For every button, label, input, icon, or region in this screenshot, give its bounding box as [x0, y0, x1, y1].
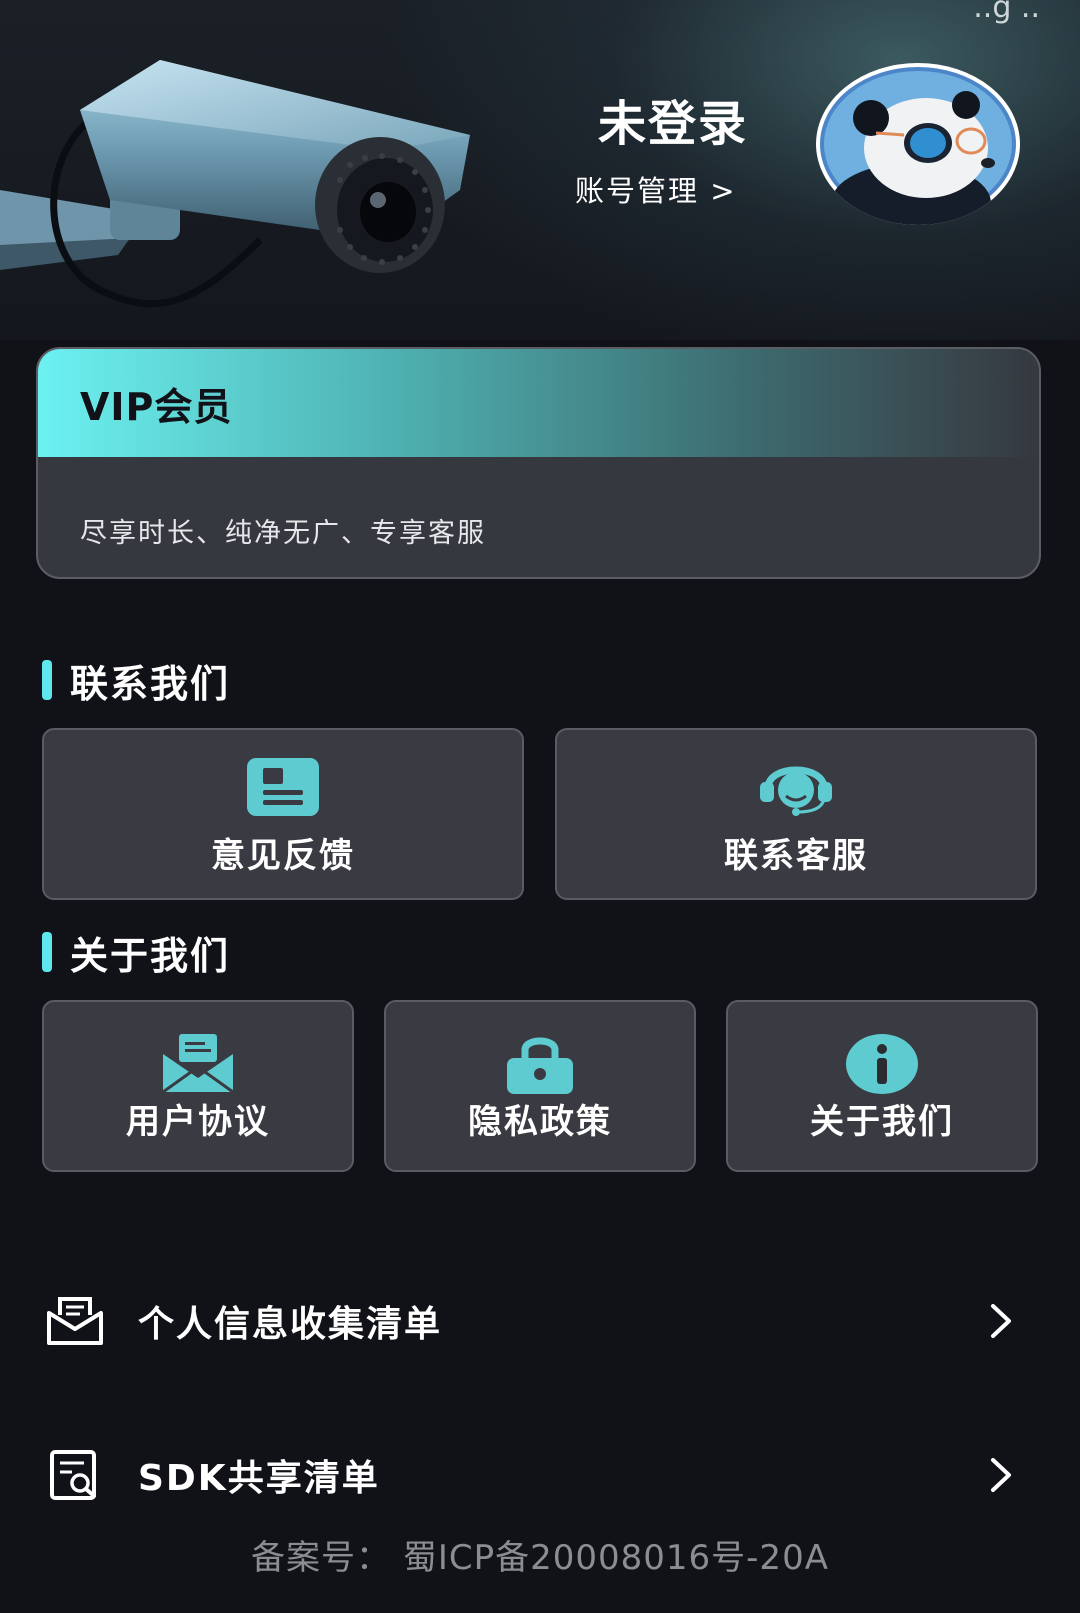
about-us-label: 关于我们: [810, 1102, 954, 1142]
avatar[interactable]: [816, 63, 1020, 225]
profile-header: ..g .. 未登录 账号管理 >: [0, 0, 1080, 340]
customer-service-label: 联系客服: [724, 836, 868, 876]
list-item-personal-info-collection[interactable]: 个人信息收集清单: [46, 1286, 1036, 1356]
user-agreement-label: 用户协议: [126, 1102, 270, 1142]
privacy-policy-label: 隐私政策: [468, 1102, 612, 1142]
about-us-button[interactable]: 关于我们: [726, 1000, 1038, 1172]
info-icon: [846, 1034, 918, 1094]
contact-section-title: 联系我们: [42, 658, 230, 706]
feedback-label: 意见反馈: [211, 836, 355, 876]
mail-list-icon: [47, 1297, 103, 1345]
panda-avatar-image: [820, 67, 1016, 225]
feedback-icon: [247, 758, 319, 816]
list-item-label: 个人信息收集清单: [138, 1304, 443, 1345]
vip-membership-card[interactable]: VIP会员 尽享时长、纯净无广、专享客服: [36, 347, 1041, 579]
section-accent-bar: [42, 932, 52, 972]
status-bar-fragment: ..g ..: [973, 0, 1040, 25]
customer-service-button[interactable]: 联系客服: [555, 728, 1037, 900]
login-status[interactable]: 未登录: [598, 84, 748, 154]
chevron-right-icon: [991, 1304, 1011, 1338]
section-title-text: 联系我们: [70, 661, 231, 706]
privacy-policy-button[interactable]: 隐私政策: [384, 1000, 696, 1172]
customer-service-icon: [760, 766, 832, 816]
user-agreement-button[interactable]: 用户协议: [42, 1000, 354, 1172]
list-item-label: SDK共享清单: [138, 1458, 380, 1499]
feedback-button[interactable]: 意见反馈: [42, 728, 524, 900]
chevron-right-icon: [991, 1458, 1011, 1492]
list-item-sdk-sharing[interactable]: SDK共享清单: [46, 1440, 1036, 1510]
lock-icon: [507, 1037, 573, 1094]
section-accent-bar: [42, 660, 52, 700]
icp-filing-number: 备案号： 蜀ICP备20008016号-20A: [251, 1538, 829, 1578]
about-section-title: 关于我们: [42, 930, 230, 978]
security-camera-image: [0, 60, 470, 308]
account-management-link[interactable]: 账号管理 >: [575, 168, 737, 210]
vip-description: 尽享时长、纯净无广、专享客服: [80, 518, 486, 549]
vip-card-header: VIP会员: [38, 349, 1039, 457]
section-title-text: 关于我们: [70, 933, 231, 978]
search-document-icon: [50, 1450, 96, 1500]
vip-title: VIP会员: [80, 384, 233, 429]
envelope-icon: [162, 1034, 234, 1092]
